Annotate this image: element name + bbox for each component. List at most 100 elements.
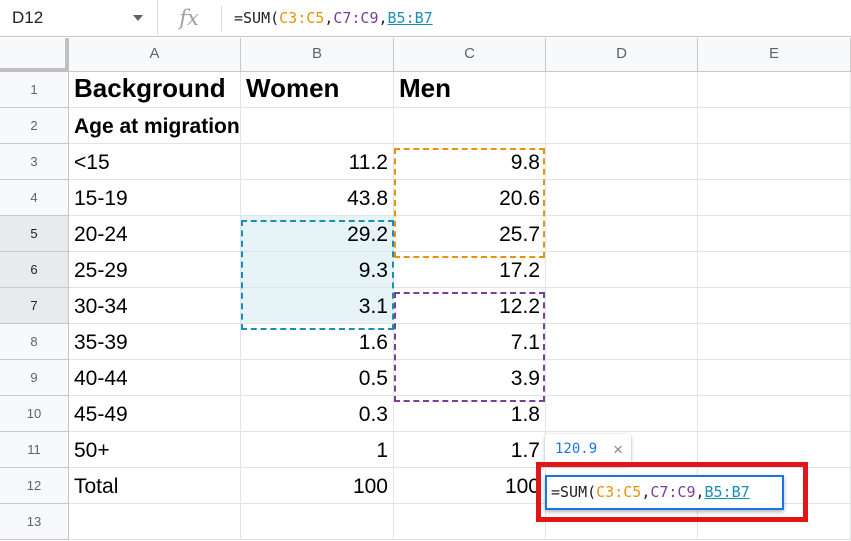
cell-b5[interactable]: 29.2: [241, 216, 394, 252]
chevron-down-icon[interactable]: [133, 15, 143, 21]
cell-value: 9.8: [510, 151, 540, 174]
row-header-9[interactable]: 9: [0, 360, 69, 396]
cell-value: 12.2: [499, 295, 540, 318]
cell-c9[interactable]: 3.9: [394, 360, 546, 396]
formula-bar: D12 fx =SUM(C3:C5,C7:C9,B5:B7: [0, 0, 851, 37]
cell-d6[interactable]: [546, 252, 698, 288]
row-header-11[interactable]: 11: [0, 432, 69, 468]
cell-c11[interactable]: 1.7: [394, 432, 546, 468]
cell-e4[interactable]: [698, 180, 851, 216]
name-box[interactable]: D12: [0, 0, 158, 37]
formula-input[interactable]: =SUM(C3:C5,C7:C9,B5:B7: [234, 9, 433, 27]
row-header-1[interactable]: 1: [0, 72, 69, 108]
cell-d5[interactable]: [546, 216, 698, 252]
cell-a5[interactable]: 20-24: [69, 216, 241, 252]
cell-b11[interactable]: 1: [241, 432, 394, 468]
cell-b6[interactable]: 9.3: [241, 252, 394, 288]
cell-e6[interactable]: [698, 252, 851, 288]
cell-c10[interactable]: 1.8: [394, 396, 546, 432]
cell-c13[interactable]: [394, 504, 546, 540]
cell-a11[interactable]: 50+: [69, 432, 241, 468]
cell-a2[interactable]: Age at migration: [69, 108, 241, 144]
cell-value: 35-39: [74, 331, 128, 354]
cell-a10[interactable]: 45-49: [69, 396, 241, 432]
row-header-10[interactable]: 10: [0, 396, 69, 432]
cell-e7[interactable]: [698, 288, 851, 324]
cell-value: 20-24: [74, 223, 128, 246]
cell-value: 100: [504, 475, 540, 498]
cell-value: 40-44: [74, 367, 128, 390]
cell-d8[interactable]: [546, 324, 698, 360]
row-header-3[interactable]: 3: [0, 144, 69, 180]
column-header-c[interactable]: C: [394, 38, 546, 72]
cell-value: 29.2: [347, 223, 388, 246]
editor-range-3: B5:B7: [704, 483, 750, 501]
cell-value: Men: [399, 73, 451, 103]
column-header-e[interactable]: E: [698, 38, 851, 72]
cell-e9[interactable]: [698, 360, 851, 396]
row-header-12[interactable]: 12: [0, 468, 69, 504]
cell-b10[interactable]: 0.3: [241, 396, 394, 432]
cell-d3[interactable]: [546, 144, 698, 180]
cell-value: 1.7: [510, 439, 540, 462]
cell-a9[interactable]: 40-44: [69, 360, 241, 396]
cell-c12[interactable]: 100: [394, 468, 546, 504]
column-header-d[interactable]: D: [546, 38, 698, 72]
cell-a4[interactable]: 15-19: [69, 180, 241, 216]
cell-d2[interactable]: [546, 108, 698, 144]
cell-d10[interactable]: [546, 396, 698, 432]
formula-range-1: C3:C5: [279, 9, 325, 27]
cell-b13[interactable]: [241, 504, 394, 540]
cell-a8[interactable]: 35-39: [69, 324, 241, 360]
cell-value: 1.6: [358, 331, 388, 354]
row-header-13[interactable]: 13: [0, 504, 69, 540]
cell-value: 11.2: [348, 151, 388, 174]
row-header-8[interactable]: 8: [0, 324, 69, 360]
cell-e2[interactable]: [698, 108, 851, 144]
select-all-corner[interactable]: [0, 38, 69, 72]
cell-value: 17.2: [499, 259, 540, 282]
cell-c1[interactable]: Men: [394, 72, 546, 108]
cell-b1[interactable]: Women: [241, 72, 394, 108]
cell-c6[interactable]: 17.2: [394, 252, 546, 288]
row-header-2[interactable]: 2: [0, 108, 69, 144]
cell-e1[interactable]: [698, 72, 851, 108]
cell-b8[interactable]: 1.6: [241, 324, 394, 360]
cell-d1[interactable]: [546, 72, 698, 108]
cell-c4[interactable]: 20.6: [394, 180, 546, 216]
cell-a12[interactable]: Total: [69, 468, 241, 504]
close-icon[interactable]: ×: [613, 434, 623, 465]
cell-c8[interactable]: 7.1: [394, 324, 546, 360]
cell-d4[interactable]: [546, 180, 698, 216]
cell-b12[interactable]: 100: [241, 468, 394, 504]
column-header-b[interactable]: B: [241, 38, 394, 72]
formula-separator: ,: [324, 9, 334, 27]
cell-a7[interactable]: 30-34: [69, 288, 241, 324]
cell-b9[interactable]: 0.5: [241, 360, 394, 396]
cell-e10[interactable]: [698, 396, 851, 432]
formula-separator: ,: [378, 9, 388, 27]
cell-e8[interactable]: [698, 324, 851, 360]
cell-e3[interactable]: [698, 144, 851, 180]
cell-e5[interactable]: [698, 216, 851, 252]
column-header-a[interactable]: A: [69, 38, 241, 72]
row-header-4[interactable]: 4: [0, 180, 69, 216]
cell-b3[interactable]: 11.2: [241, 144, 394, 180]
cell-c5[interactable]: 25.7: [394, 216, 546, 252]
cell-d9[interactable]: [546, 360, 698, 396]
row-header-6[interactable]: 6: [0, 252, 69, 288]
cell-b7[interactable]: 3.1: [241, 288, 394, 324]
cell-b2[interactable]: [241, 108, 394, 144]
cell-c7[interactable]: 12.2: [394, 288, 546, 324]
cell-a3[interactable]: <15: [69, 144, 241, 180]
cell-d7[interactable]: [546, 288, 698, 324]
cell-a6[interactable]: 25-29: [69, 252, 241, 288]
cell-editor[interactable]: =SUM(C3:C5,C7:C9,B5:B7: [545, 475, 784, 510]
cell-b4[interactable]: 43.8: [241, 180, 394, 216]
cell-a1[interactable]: Background: [69, 72, 241, 108]
cell-c3[interactable]: 9.8: [394, 144, 546, 180]
row-header-7[interactable]: 7: [0, 288, 69, 324]
row-header-5[interactable]: 5: [0, 216, 69, 252]
cell-c2[interactable]: [394, 108, 546, 144]
cell-a13[interactable]: [69, 504, 241, 540]
